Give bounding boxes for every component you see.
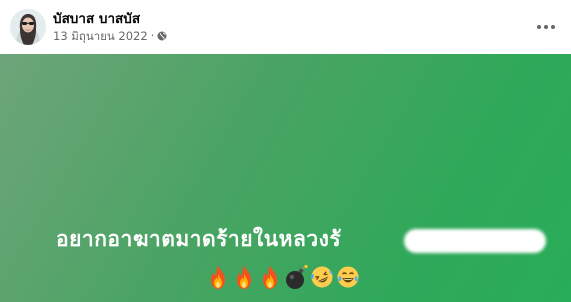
fire-icon: [237, 265, 251, 289]
globe-icon[interactable]: [157, 31, 167, 41]
fire-icon: [211, 265, 225, 289]
post-author-name[interactable]: บัสบาส บาสบัส: [53, 11, 140, 27]
post-text: อยากอาฆาตมาดร้ายในหลวงรั: [56, 227, 342, 251]
fire-icon: [263, 265, 277, 289]
emoji-row: [206, 264, 360, 292]
post-header: บัสบาส บาสบัส 13 มิถุนายน 2022 ·: [0, 0, 571, 54]
avatar[interactable]: [10, 9, 46, 45]
bomb-icon: [286, 264, 308, 289]
laughing-tears-face-icon: [337, 266, 359, 288]
redaction-blur: [404, 229, 546, 253]
post-text-background: อยากอาฆาตมาดร้ายในหลวงรั: [0, 54, 571, 302]
more-options-icon[interactable]: [532, 16, 560, 38]
post-date[interactable]: 13 มิถุนายน 2022: [53, 29, 148, 43]
meta-separator: ·: [150, 29, 155, 42]
rofl-face-icon: [311, 266, 333, 288]
post-meta: 13 มิถุนายน 2022 ·: [53, 29, 167, 43]
